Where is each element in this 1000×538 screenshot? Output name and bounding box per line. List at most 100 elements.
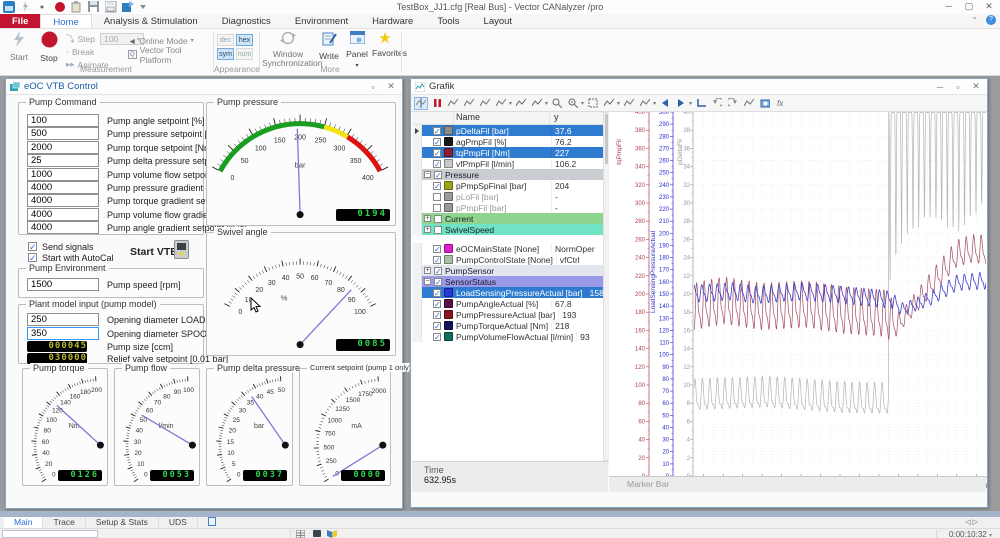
toolbar-snapshot-icon[interactable] bbox=[758, 97, 772, 110]
signal-checkbox[interactable]: ✓ bbox=[433, 332, 441, 341]
ribbon-tab-hardware[interactable]: Hardware bbox=[360, 14, 425, 28]
field-input[interactable] bbox=[27, 207, 99, 221]
expand-icon[interactable]: + bbox=[424, 267, 431, 274]
legend-row[interactable]: ✓ PumpVolumeFlowActual [l/min] 93 bbox=[413, 331, 603, 342]
toolbar-select-area-icon[interactable] bbox=[602, 97, 616, 110]
signal-checkbox[interactable]: ✓ bbox=[433, 137, 441, 146]
legend-row[interactable]: ✓ PumpControlState [None] vfCtrl bbox=[413, 254, 603, 265]
dropdown-caret-icon[interactable]: ▾ bbox=[617, 100, 620, 107]
paste-icon[interactable] bbox=[71, 1, 83, 13]
field-input[interactable] bbox=[27, 114, 99, 127]
write-button[interactable]: Write bbox=[316, 31, 342, 67]
dropdown-caret-icon[interactable]: ▾ bbox=[653, 100, 656, 107]
legend-row[interactable]: ✓ PumpTorqueActual [Nm] 218 bbox=[413, 320, 603, 331]
start-autocal-checkbox[interactable]: ✓ bbox=[28, 253, 37, 263]
signal-checkbox[interactable]: ✓ bbox=[433, 299, 441, 308]
toolbar-export-icon[interactable] bbox=[742, 97, 756, 110]
signal-checkbox[interactable] bbox=[433, 192, 441, 201]
record-dot-icon[interactable] bbox=[37, 1, 49, 13]
signal-checkbox[interactable] bbox=[433, 203, 441, 212]
toolbar-zoom-y-icon[interactable] bbox=[566, 97, 580, 110]
toggle-dec[interactable]: dec bbox=[217, 34, 234, 46]
ribbon-tab-environment[interactable]: Environment bbox=[283, 14, 360, 28]
toggle-num[interactable]: num bbox=[236, 48, 253, 60]
toolbar-marker-next-icon[interactable] bbox=[462, 97, 476, 110]
legend-row[interactable]: ✓ LoadSensingPressureActual [bar] 158 bbox=[413, 287, 603, 298]
help-icon[interactable]: ? bbox=[986, 15, 996, 25]
legend-group-row[interactable]: + SwivelSpeed bbox=[413, 224, 603, 235]
expand-icon[interactable]: + bbox=[424, 226, 431, 233]
workspace-tab-main[interactable]: Main bbox=[4, 517, 44, 528]
expand-icon[interactable]: + bbox=[424, 215, 431, 222]
minimize-button[interactable]: ─ bbox=[940, 0, 958, 12]
legend-group-row[interactable]: + Current bbox=[413, 213, 603, 224]
ribbon-tab-home[interactable]: Home bbox=[40, 14, 92, 28]
grafik-close-button[interactable]: ✕ bbox=[969, 81, 983, 92]
toolbar-nav-back-icon[interactable] bbox=[658, 97, 672, 110]
legend-row[interactable]: ✓ agPmpFil [%] 76.2 bbox=[413, 136, 603, 147]
panel-button[interactable]: Panel ▾ bbox=[344, 30, 370, 69]
legend-row[interactable]: pLoFil [bar] - bbox=[413, 191, 603, 202]
toolbar-pause-icon[interactable] bbox=[430, 97, 444, 110]
group-checkbox[interactable]: ✓ bbox=[434, 266, 442, 275]
stop-record-icon[interactable] bbox=[54, 1, 66, 13]
marker-bar[interactable]: Marker Bar bbox=[609, 476, 986, 492]
legend-row[interactable]: ✓ pDeltaFil [bar] 37.6 bbox=[413, 125, 603, 136]
signal-checkbox[interactable]: ✓ bbox=[433, 244, 441, 253]
legend-row[interactable]: ✓ vfPmpFil [l/min] 106.2 bbox=[413, 158, 603, 169]
grafik-minimize-button[interactable]: ─ bbox=[933, 82, 947, 92]
legend-group-row[interactable]: − ✓ SensorStatus bbox=[413, 276, 603, 287]
import-icon[interactable] bbox=[122, 1, 134, 13]
toggle-hex[interactable]: hex bbox=[236, 34, 253, 46]
legend-group-row[interactable]: + ✓ PumpSensor bbox=[413, 265, 603, 276]
favorites-button[interactable]: ★ Favorites bbox=[372, 31, 407, 67]
field-input[interactable] bbox=[27, 278, 99, 291]
legend-row[interactable]: ✓ tqPmpFil [Nm] 227 bbox=[413, 147, 603, 158]
collapse-icon[interactable]: − bbox=[424, 278, 431, 285]
group-checkbox[interactable]: ✓ bbox=[434, 170, 442, 179]
maximize-button[interactable]: ▢ bbox=[960, 0, 978, 12]
window-sync-button[interactable]: Window Synchronization bbox=[262, 31, 322, 68]
status-input[interactable] bbox=[2, 530, 98, 538]
toolbar-axis-setup-icon[interactable] bbox=[694, 97, 708, 110]
ribbon-tab-layout[interactable]: Layout bbox=[472, 14, 525, 28]
toolbar-zoom-window-icon[interactable] bbox=[586, 97, 600, 110]
toolbar-marker-prev-icon[interactable] bbox=[446, 97, 460, 110]
workspace-tab-setup-stats[interactable]: Setup & Stats bbox=[86, 517, 159, 528]
ribbon-tab-diagnostics[interactable]: Diagnostics bbox=[210, 14, 283, 28]
signal-checkbox[interactable]: ✓ bbox=[433, 181, 441, 190]
break-button[interactable]: ◦ Break bbox=[66, 46, 94, 57]
grafik-title-bar[interactable]: Grafik ─ ▫ ✕ bbox=[411, 79, 987, 95]
save-as-icon[interactable] bbox=[105, 1, 117, 13]
dropdown-caret-icon[interactable]: ▾ bbox=[509, 100, 512, 107]
grafik-maximize-button[interactable]: ▫ bbox=[951, 82, 965, 92]
legend-row[interactable]: ✓ pPmpSpFinal [bar] 204 bbox=[413, 180, 603, 191]
grid-icon[interactable] bbox=[296, 530, 305, 538]
signal-checkbox[interactable]: ✓ bbox=[433, 321, 441, 330]
legend-row[interactable]: pPmpFil [bar] - bbox=[413, 202, 603, 213]
toolbar-draw-mode-icon[interactable] bbox=[530, 97, 544, 110]
start-vtb-button[interactable] bbox=[174, 240, 189, 259]
toolbar-fx-icon[interactable]: fx bbox=[774, 97, 788, 110]
field-input[interactable] bbox=[27, 140, 99, 154]
field-input[interactable] bbox=[27, 313, 99, 326]
field-input[interactable] bbox=[27, 194, 99, 208]
send-signals-checkbox[interactable]: ✓ bbox=[28, 242, 37, 252]
group-checkbox[interactable]: ✓ bbox=[434, 277, 442, 286]
ribbon-tab-tools[interactable]: Tools bbox=[425, 14, 471, 28]
collapse-ribbon-icon[interactable]: ⌃ bbox=[971, 16, 978, 25]
field-input[interactable] bbox=[27, 127, 99, 141]
step-button[interactable]: ⤵ Step bbox=[66, 33, 95, 44]
signal-checkbox[interactable]: ✓ bbox=[433, 148, 441, 157]
legend-row[interactable]: ✓ eOCMainState [None] NormOper bbox=[413, 243, 603, 254]
field-input[interactable] bbox=[27, 327, 99, 340]
case-icon[interactable] bbox=[313, 530, 321, 537]
legend-row[interactable]: ✓ PumpPressureActual [bar] 193 bbox=[413, 309, 603, 320]
ribbon-tab-analysis-stimulation[interactable]: Analysis & Stimulation bbox=[92, 14, 210, 28]
workspace-tab-uds[interactable]: UDS bbox=[159, 517, 198, 528]
signal-checkbox[interactable]: ✓ bbox=[433, 288, 441, 297]
collapse-icon[interactable]: − bbox=[424, 171, 431, 178]
vtb-title-bar[interactable]: eOC VTB Control ▫ ✕ bbox=[6, 79, 402, 95]
signal-checkbox[interactable]: ✓ bbox=[433, 310, 441, 319]
group-checkbox[interactable] bbox=[434, 214, 442, 223]
